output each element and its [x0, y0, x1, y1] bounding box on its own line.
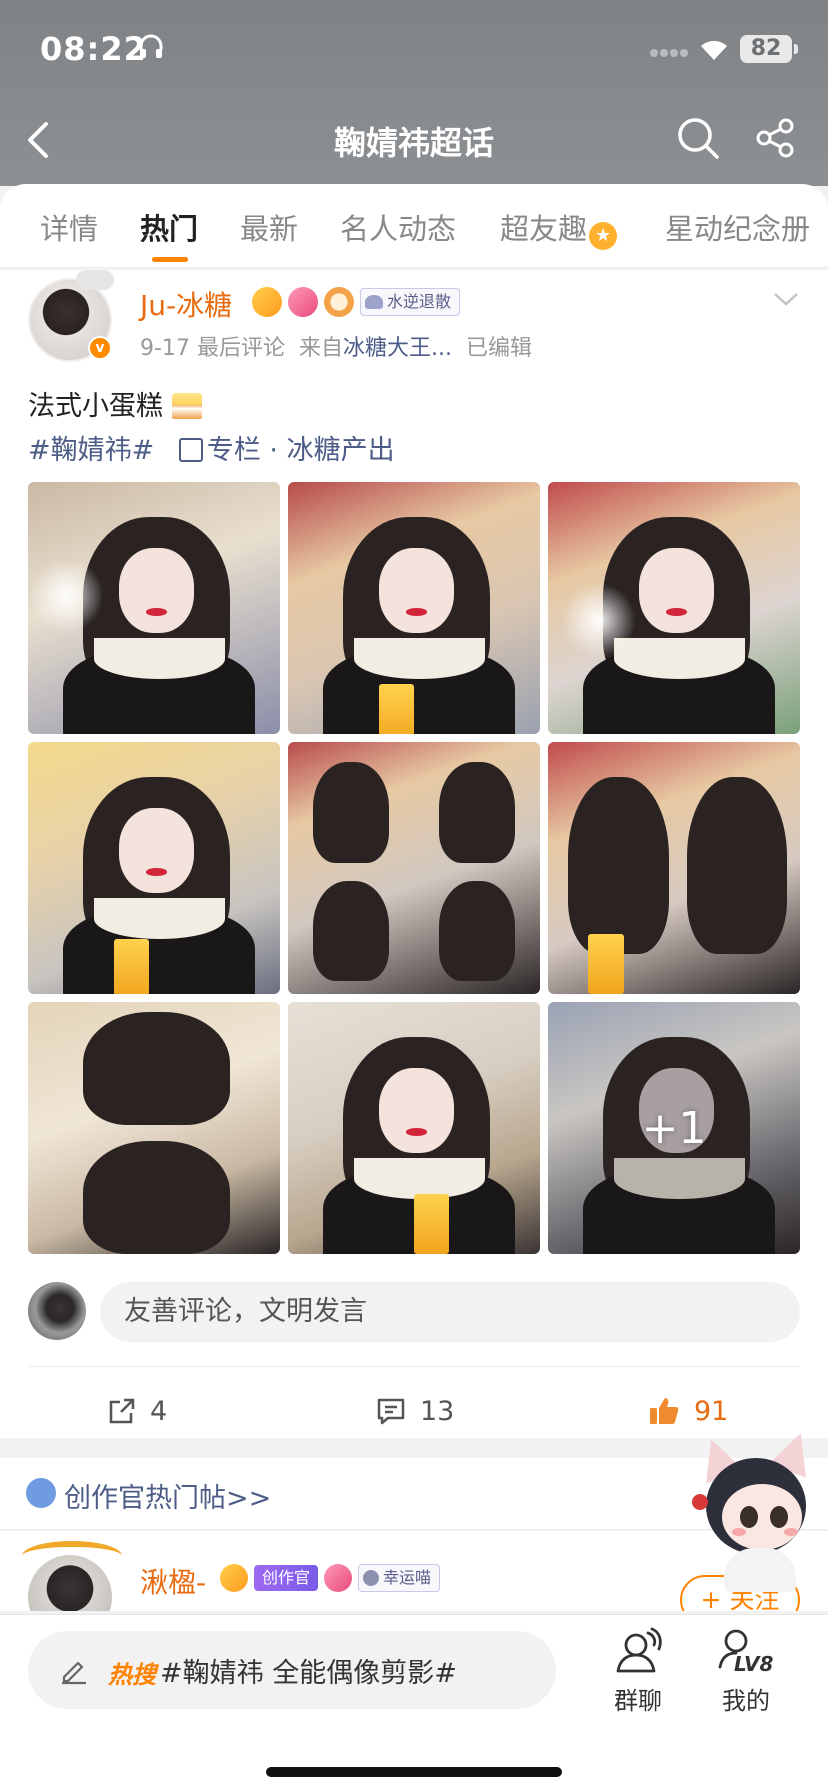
badge-row-2: 创作官 幸运喵 — [220, 1563, 441, 1593]
lotus-icon — [365, 295, 383, 309]
profile-icon: LV8 — [718, 1629, 773, 1676]
wifi-icon — [701, 40, 727, 60]
post-text-content: 法式小蛋糕 — [28, 391, 163, 422]
creator-icon — [26, 1478, 56, 1508]
profile-button[interactable]: LV8 我的 — [698, 1627, 794, 1716]
photo-3[interactable] — [548, 482, 800, 734]
tab-memorial-album[interactable]: 星动纪念册 — [665, 206, 810, 248]
avatar-decoration — [76, 270, 114, 290]
active-tab-indicator — [152, 257, 188, 262]
tab-fun-label: 超友趣 — [500, 212, 588, 246]
headphone-icon — [139, 34, 163, 58]
status-time: 08:22 — [40, 30, 147, 68]
hot-search-box[interactable]: 热搜 #鞠婧祎 全能偶像剪影# — [28, 1631, 556, 1709]
star-icon: ★ — [589, 222, 618, 250]
home-indicator — [266, 1767, 562, 1777]
chevron-down-icon[interactable] — [772, 290, 800, 308]
battery-indicator: 82 — [740, 35, 792, 63]
photo-2[interactable] — [288, 482, 540, 734]
group-chat-label: 群聊 — [614, 1687, 662, 1715]
post-text: 法式小蛋糕 — [28, 384, 202, 423]
last-comment-label: 最后评论 — [196, 336, 285, 361]
photo-7[interactable] — [28, 1002, 280, 1254]
hashtag-link[interactable]: #鞠婧祎# — [28, 435, 154, 466]
post-date: 9-17 — [140, 336, 190, 361]
author-name[interactable]: Ju-冰糖 — [140, 284, 232, 324]
cake-emoji-icon — [171, 393, 202, 419]
photo-8[interactable] — [288, 1002, 540, 1254]
tab-latest[interactable]: 最新 — [240, 206, 298, 248]
hot-search-tag: 热搜 — [108, 1661, 156, 1689]
mascot-badge-icon[interactable] — [324, 287, 354, 317]
column-icon — [178, 438, 203, 462]
tab-details[interactable]: 详情 — [40, 206, 98, 248]
post-tags: #鞠婧祎# 专栏 · 冰糖产出 — [28, 428, 395, 467]
comment-button[interactable]: 13 — [376, 1382, 454, 1440]
tag-badge[interactable]: 水逆退散 — [360, 288, 461, 316]
photo-6[interactable] — [548, 742, 800, 994]
crown-icon-2[interactable] — [220, 1564, 248, 1592]
more-photos-count: +1 — [641, 1102, 707, 1154]
photo-9[interactable]: +1 — [548, 1002, 800, 1254]
comment-count: 13 — [420, 1395, 455, 1427]
comment-icon — [377, 1398, 405, 1425]
status-bar: 08:22 82 — [0, 0, 828, 100]
badge-row: 水逆退散 — [252, 286, 461, 318]
my-avatar — [28, 1282, 86, 1340]
verified-icon: v — [88, 336, 112, 360]
profile-label: 我的 — [722, 1687, 770, 1715]
floating-cat-mascot[interactable] — [688, 1424, 828, 1594]
photo-5[interactable] — [288, 742, 540, 994]
signal-icon — [650, 49, 688, 57]
photo-grid: +1 — [28, 482, 800, 1254]
search-icon[interactable] — [676, 116, 720, 160]
lucky-cat-badge[interactable]: 幸运喵 — [358, 1564, 441, 1592]
source-link[interactable]: 冰糖大王... — [343, 336, 452, 361]
lucky-cat-label: 幸运喵 — [383, 1568, 432, 1587]
tab-hot[interactable]: 热门 — [140, 206, 198, 248]
divider — [28, 1366, 800, 1367]
level-badge: LV8 — [734, 1652, 773, 1675]
thumbs-up-icon — [650, 1398, 679, 1424]
repost-button[interactable]: 4 — [108, 1382, 167, 1440]
tab-fun[interactable]: 超友趣 ★ — [500, 206, 618, 250]
hot-search-text: #鞠婧祎 全能偶像剪影# — [160, 1658, 457, 1689]
column-link[interactable]: 专栏 · 冰糖产出 — [207, 435, 395, 466]
antler-decoration — [22, 1541, 122, 1571]
from-label: 来自 — [298, 336, 343, 361]
pencil-icon — [62, 1661, 86, 1685]
comment-input[interactable]: 友善评论，文明发言 — [100, 1282, 800, 1342]
battery-tip — [794, 44, 798, 54]
bottom-bar: 热搜 #鞠婧祎 全能偶像剪影# 群聊 LV8 我的 — [0, 1614, 828, 1792]
group-chat-button[interactable]: 群聊 — [590, 1627, 686, 1716]
share-icon[interactable] — [756, 118, 796, 158]
repost-count: 4 — [150, 1395, 168, 1427]
cat-icon — [363, 1570, 380, 1586]
tab-bar: 详情 热门 最新 名人动态 超友趣 ★ 星动纪念册 — [0, 184, 828, 268]
post-card: v Ju-冰糖 水逆退散 9-17 最后评论 来自冰糖大王... 已编辑 法式小… — [0, 270, 828, 1438]
diamond-icon[interactable] — [288, 287, 318, 317]
tab-celebrity[interactable]: 名人动态 — [340, 206, 456, 248]
author-name-2[interactable]: 湫楹- — [140, 1561, 206, 1601]
post-meta: 9-17 最后评论 来自冰糖大王... 已编辑 — [140, 330, 532, 362]
tag-badge-label: 水逆退散 — [387, 292, 452, 311]
edited-label: 已编辑 — [465, 336, 532, 361]
photo-4[interactable] — [28, 742, 280, 994]
header: 08:22 82 鞠婧祎超话 — [0, 0, 828, 186]
group-chat-icon — [616, 1627, 662, 1673]
like-count: 91 — [694, 1395, 729, 1427]
repost-icon — [109, 1398, 135, 1424]
creator-badge[interactable]: 创作官 — [254, 1565, 319, 1591]
crown-icon[interactable] — [252, 287, 282, 317]
photo-1[interactable] — [28, 482, 280, 734]
creator-hot-posts-label: 创作官热门帖>> — [64, 1483, 272, 1514]
diamond-icon-2[interactable] — [324, 1564, 353, 1592]
